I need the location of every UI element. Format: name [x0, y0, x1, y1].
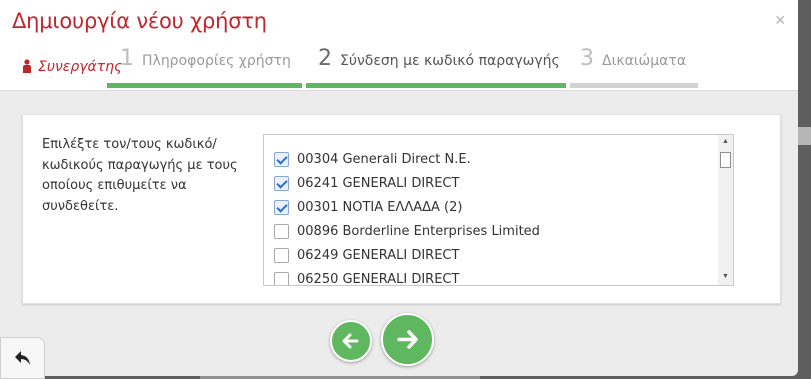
code-label: 06250 GENERALI DIRECT [297, 271, 460, 286]
code-label: 00304 Generali Direct N.E. [297, 151, 471, 167]
user-icon [22, 59, 32, 73]
code-label: 06249 GENERALI DIRECT [297, 247, 460, 263]
code-checkbox[interactable] [274, 247, 289, 263]
code-checkbox[interactable] [274, 223, 289, 239]
code-label: 06241 GENERALI DIRECT [297, 175, 460, 191]
scroll-down-arrow-icon[interactable]: ▼ [722, 273, 729, 280]
step-1-progress-bar [107, 83, 302, 88]
create-user-modal: Δημιουργία νέου χρήστη × Συνεργάτης 1 Πλη… [0, 0, 798, 376]
code-checkbox[interactable] [274, 199, 289, 215]
partner-label: Συνεργάτης [22, 57, 122, 75]
code-item[interactable]: 00896 Borderline Enterprises Limited [274, 219, 540, 243]
step-3-progress-bar [570, 83, 698, 88]
step-2-number: 2 [318, 46, 332, 71]
step-1[interactable]: 1 Πληροφορίες χρήστη [120, 46, 291, 71]
arrow-right-icon [397, 330, 418, 349]
modal-title: Δημιουργία νέου χρήστη [12, 9, 267, 33]
instruction-text: Επιλέξτε τον/τους κωδικό/κωδικούς παραγω… [42, 137, 238, 214]
previous-step-button[interactable] [330, 320, 372, 362]
step-1-label: Πληροφορίες χρήστη [142, 53, 291, 69]
step-2[interactable]: 2 Σύνδεση με κωδικό παραγωγής [318, 46, 560, 71]
code-label: 00896 Borderline Enterprises Limited [297, 223, 540, 239]
step-3-label: Δικαιώματα [602, 53, 687, 69]
code-item[interactable]: 00304 Generali Direct N.E. [274, 147, 471, 171]
code-selection-panel: Επιλέξτε τον/τους κωδικό/κωδικούς παραγω… [22, 114, 781, 304]
back-button[interactable] [0, 337, 45, 379]
step-3[interactable]: 3 Δικαιώματα [580, 46, 686, 71]
partner-label-text: Συνεργάτης [38, 59, 123, 75]
code-item[interactable]: 06250 GENERALI DIRECT [274, 267, 460, 286]
code-checkbox[interactable] [274, 175, 289, 191]
reply-arrow-icon [15, 351, 30, 365]
scroll-thumb[interactable] [720, 152, 731, 168]
step-2-progress-bar [306, 83, 566, 88]
code-item[interactable]: 06249 GENERALI DIRECT [274, 243, 459, 267]
list-scrollbar[interactable]: ▲ ▼ [718, 135, 733, 285]
code-item[interactable]: 06241 GENERALI DIRECT [274, 171, 459, 195]
close-button[interactable]: × [775, 10, 786, 31]
production-code-list[interactable]: 00304 Generali Direct N.E. 06241 GENERAL… [263, 134, 734, 286]
step-2-label: Σύνδεση με κωδικό παραγωγής [340, 53, 560, 69]
step-3-number: 3 [580, 46, 594, 71]
code-checkbox[interactable] [274, 151, 289, 167]
code-item[interactable]: 00301 ΝΟΤΙΑ ΕΛΛΑΔΑ (2) [274, 195, 462, 219]
next-step-button[interactable] [381, 313, 434, 366]
code-checkbox[interactable] [274, 271, 289, 285]
arrow-left-icon [342, 333, 359, 349]
code-label: 00301 ΝΟΤΙΑ ΕΛΛΑΔΑ (2) [297, 199, 463, 215]
modal-header: Δημιουργία νέου χρήστη × Συνεργάτης 1 Πλη… [0, 0, 798, 91]
scroll-up-arrow-icon[interactable]: ▲ [722, 138, 729, 145]
step-1-number: 1 [120, 46, 134, 71]
